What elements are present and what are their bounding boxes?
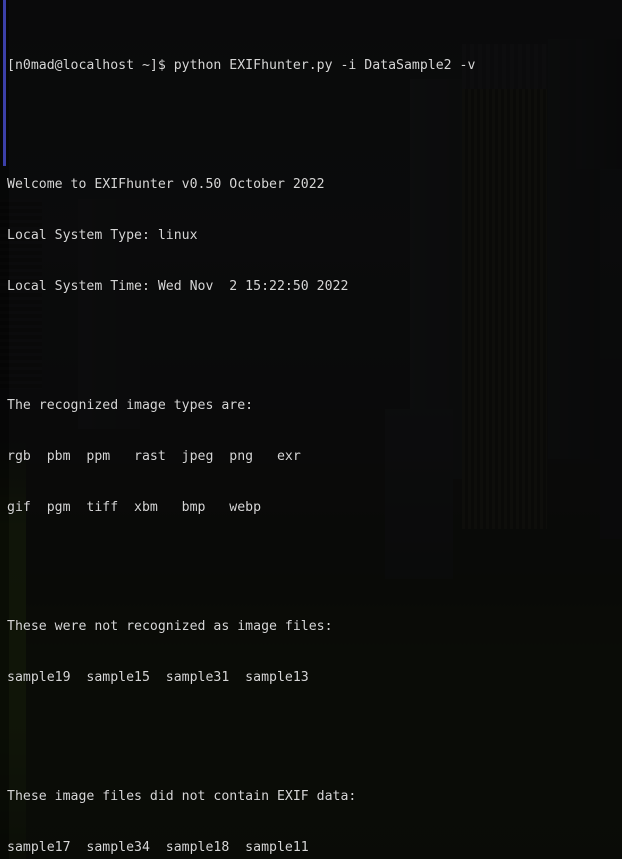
- recognized-types-row-1: rgb pbm ppm rast jpeg png exr: [7, 449, 301, 464]
- terminal-window[interactable]: [n0mad@localhost ~]$ python EXIFhunter.p…: [0, 0, 622, 859]
- terminal-output[interactable]: [n0mad@localhost ~]$ python EXIFhunter.p…: [0, 0, 622, 859]
- system-type-line: Local System Type: linux: [7, 228, 198, 243]
- not-recognized-row-1: sample19 sample15 sample31 sample13: [7, 670, 309, 685]
- welcome-line: Welcome to EXIFhunter v0.50 October 2022: [7, 177, 325, 192]
- recognized-types-header: The recognized image types are:: [7, 398, 254, 413]
- no-exif-header: These image files did not contain EXIF d…: [7, 789, 357, 804]
- command-line: [n0mad@localhost ~]$ python EXIFhunter.p…: [7, 58, 476, 73]
- recognized-types-row-2: gif pgm tiff xbm bmp webp: [7, 500, 262, 515]
- system-time-line: Local System Time: Wed Nov 2 15:22:50 20…: [7, 279, 349, 294]
- no-exif-row-1: sample17 sample34 sample18 sample11: [7, 840, 309, 855]
- not-recognized-header: These were not recognized as image files…: [7, 619, 333, 634]
